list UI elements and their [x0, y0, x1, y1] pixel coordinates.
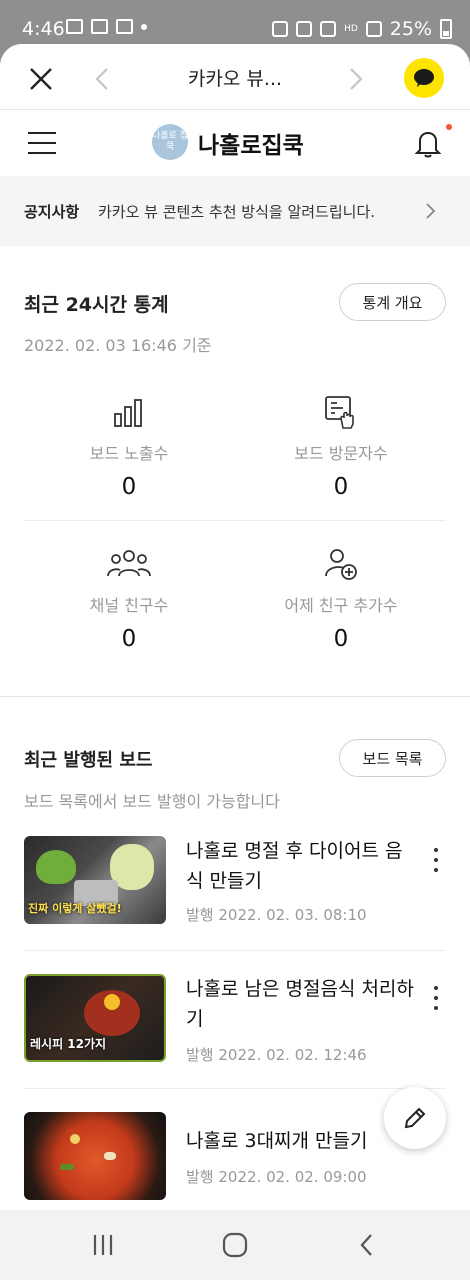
board-title[interactable]: 나홀로 명절 후 다이어트 음식 만들기 [186, 836, 416, 896]
system-status: HD 25% [272, 18, 452, 40]
bell-icon[interactable] [414, 128, 442, 158]
mute-icon [296, 21, 313, 37]
battery-icon [440, 19, 452, 39]
back-arrow-icon[interactable] [92, 66, 112, 92]
notification-icons [66, 19, 147, 34]
stat-label: 보드 방문자수 [294, 444, 388, 463]
thumbnail-caption: 레시피 12가지 [30, 1037, 107, 1051]
thumbnail-caption: 진짜 이렇게 살뺐걸! [28, 902, 122, 915]
more-vert-icon[interactable] [428, 848, 444, 872]
board-divider [24, 950, 446, 951]
home-icon[interactable] [222, 1232, 248, 1258]
stat-value: 0 [121, 474, 137, 500]
signal-icon [365, 21, 382, 37]
forward-arrow-icon[interactable] [346, 66, 366, 92]
recent-boards-subtitle: 보드 목록에서 보드 발행이 가능합니다 [24, 792, 280, 811]
board-list-button[interactable]: 보드 목록 [339, 739, 446, 777]
add-person-icon [325, 549, 357, 580]
webview-sheet: 카카오 뷰... 나홀로 집쿡 나홀로집쿡 공지사항 카카오 뷰 콘텐츠 추천 … [0, 44, 470, 1210]
recent-apps-icon[interactable] [90, 1232, 116, 1258]
image-icon [66, 19, 83, 34]
channel-name: 나홀로집쿡 [198, 133, 304, 159]
hamburger-menu-icon[interactable] [28, 132, 56, 156]
page-title: 카카오 뷰... [187, 68, 283, 90]
channel-header: 나홀로 집쿡 나홀로집쿡 [0, 110, 470, 176]
board-divider [24, 1088, 446, 1089]
stat-label: 채널 친구수 [89, 596, 169, 615]
section-divider [0, 696, 470, 697]
board-thumbnail[interactable]: 진짜 이렇게 살뺐걸! [24, 836, 166, 924]
mail-icon [91, 19, 108, 34]
system-navigation-bar [0, 1210, 470, 1280]
board-item[interactable]: 레시피 12가지 나홀로 남은 명절음식 처리하기 발행 2022. 02. 0… [24, 974, 446, 1066]
stat-value: 0 [121, 626, 137, 652]
notice-banner[interactable]: 공지사항 카카오 뷰 콘텐츠 추천 방식을 알려드립니다. [0, 176, 470, 246]
stat-channel-friends: 채널 친구수 0 [24, 546, 234, 652]
alarm-icon [272, 21, 289, 37]
stat-friends-added: 어제 친구 추가수 0 [236, 546, 446, 652]
pencil-icon [404, 1107, 426, 1129]
recent-boards-title: 최근 발행된 보드 [24, 750, 153, 771]
wifi-icon [320, 21, 337, 37]
status-time: 4:46 [22, 18, 65, 40]
back-icon[interactable] [354, 1232, 380, 1258]
browser-topbar: 카카오 뷰... [0, 44, 470, 110]
board-title[interactable]: 나홀로 3대찌개 만들기 [186, 1126, 416, 1156]
board-item[interactable]: 진짜 이렇게 살뺐걸! 나홀로 명절 후 다이어트 음식 만들기 발행 2022… [24, 836, 446, 928]
speech-bubble-icon [414, 69, 434, 87]
stat-value: 0 [333, 474, 349, 500]
channel-logo: 나홀로 집쿡 [152, 124, 188, 160]
stat-label: 보드 노출수 [89, 444, 169, 463]
board-thumbnail[interactable] [24, 1112, 166, 1200]
chat-icon [116, 19, 133, 34]
battery-percent: 25% [389, 18, 432, 40]
stats-overview-button[interactable]: 통계 개요 [339, 283, 446, 321]
stat-board-impressions: 보드 노출수 0 [24, 394, 234, 500]
board-thumbnail[interactable]: 레시피 12가지 [24, 974, 166, 1062]
board-date: 발행 2022. 02. 02. 12:46 [186, 1046, 367, 1064]
stats-date: 2022. 02. 03 16:46 기준 [24, 336, 212, 355]
board-date: 발행 2022. 02. 03. 08:10 [186, 906, 367, 924]
tap-card-icon [325, 396, 354, 429]
board-title[interactable]: 나홀로 남은 명절음식 처리하기 [186, 974, 416, 1034]
stat-value: 0 [333, 626, 349, 652]
stat-label: 어제 친구 추가수 [284, 596, 398, 615]
hd-voice-label: HD [344, 24, 358, 34]
notification-dot [446, 124, 452, 130]
write-board-button[interactable] [384, 1087, 446, 1149]
people-group-icon [107, 550, 151, 577]
notice-label: 공지사항 [24, 203, 80, 221]
stats-title: 최근 24시간 통계 [24, 294, 169, 316]
stat-board-visitors: 보드 방문자수 0 [236, 394, 446, 500]
stats-divider [24, 520, 446, 521]
close-icon[interactable] [28, 66, 54, 92]
board-item[interactable]: 나홀로 3대찌개 만들기 발행 2022. 02. 02. 09:00 [24, 1112, 446, 1204]
board-date: 발행 2022. 02. 02. 09:00 [186, 1168, 367, 1186]
more-dot-icon [141, 23, 147, 30]
kakaotalk-button[interactable] [404, 58, 444, 98]
notice-text: 카카오 뷰 콘텐츠 추천 방식을 알려드립니다. [98, 203, 376, 221]
chevron-right-icon [426, 203, 436, 219]
bar-chart-icon [114, 399, 142, 427]
more-vert-icon[interactable] [428, 986, 444, 1010]
